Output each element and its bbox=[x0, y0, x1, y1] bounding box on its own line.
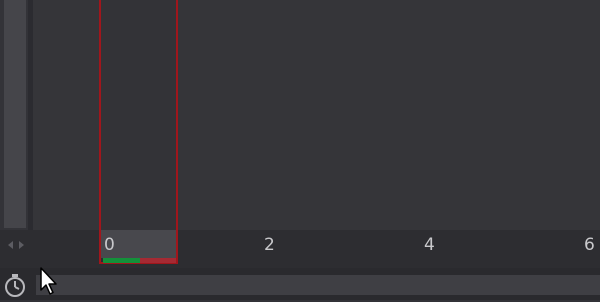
range-end-marker[interactable] bbox=[140, 258, 176, 263]
selected-range-box[interactable] bbox=[99, 0, 178, 264]
range-start-marker[interactable] bbox=[103, 258, 140, 263]
tick-label-6: 6 bbox=[584, 235, 595, 255]
mouse-pointer-icon bbox=[38, 266, 62, 296]
tick-label-2: 2 bbox=[264, 235, 275, 255]
resize-horizontal-icon[interactable] bbox=[5, 236, 27, 254]
time-ruler[interactable] bbox=[0, 230, 600, 268]
tick-label-0: 0 bbox=[104, 235, 115, 255]
horizontal-scrollbar[interactable] bbox=[36, 275, 600, 295]
vertical-scrollbar[interactable] bbox=[4, 0, 26, 228]
tick-label-4: 4 bbox=[424, 235, 435, 255]
stopwatch-icon[interactable] bbox=[2, 272, 28, 298]
